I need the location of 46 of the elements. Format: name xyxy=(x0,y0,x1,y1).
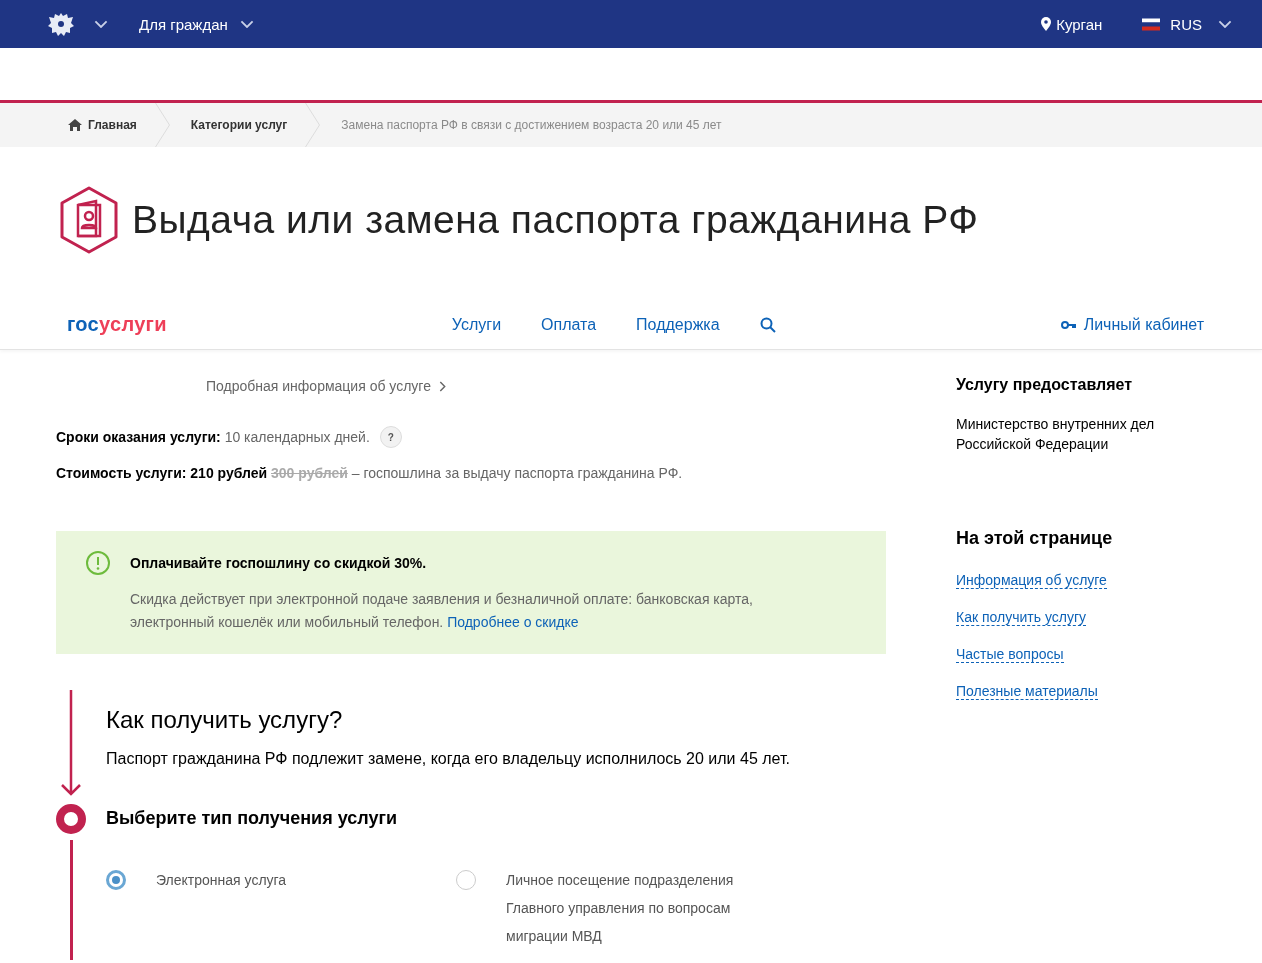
service-term: Сроки оказания услуги: 10 календарных дней. xyxy=(56,429,370,445)
chevron-down-icon xyxy=(1218,19,1232,29)
language-selector[interactable]: RUS xyxy=(1170,15,1202,33)
on-page-title: На этой странице xyxy=(956,528,1114,549)
chevron-down-icon xyxy=(94,19,108,29)
nav-link[interactable]: Поддержка xyxy=(636,315,720,334)
section-menu[interactable]: Для граждан xyxy=(139,15,228,33)
account-link[interactable]: Личный кабинет xyxy=(1083,315,1204,334)
breadcrumb-separator xyxy=(154,103,170,147)
home-icon xyxy=(68,119,82,131)
section-title: Как получить услугу? xyxy=(106,706,344,734)
nav-link[interactable]: Услуги xyxy=(451,315,502,334)
logo[interactable]: госуслуги xyxy=(67,313,167,336)
anchor-link[interactable]: Информация об услуге xyxy=(956,572,1107,589)
service-cost: Стоимость услуги: 210 рублей 300 рублей – госпошлина за выдачу паспорта гражданина РФ. xyxy=(56,465,684,481)
radio-button[interactable] xyxy=(106,870,126,890)
anchor-link[interactable]: Частые вопросы xyxy=(956,646,1064,663)
breadcrumb-link[interactable]: Главная xyxy=(88,118,137,132)
breadcrumb-current: Замена паспорта РФ в связи с достижением возраста 20 или 45 лет xyxy=(341,118,722,132)
help-button[interactable]: ? xyxy=(379,426,402,448)
details-link[interactable]: Подробная информация об услуге xyxy=(206,378,446,394)
search-icon[interactable] xyxy=(759,316,776,333)
radio-button[interactable] xyxy=(456,870,476,890)
notice-title: Оплачивайте госпошлину со скидкой 30%. xyxy=(130,555,428,571)
step-title: Выберите тип получения услуги xyxy=(106,808,398,830)
anchor-link[interactable]: Как получить услугу xyxy=(956,609,1086,626)
provider-text: Министерство внутренних дел Российской Федерации xyxy=(956,415,1156,454)
option-label[interactable]: Личное посещение подразделения Главного управления по вопросам миграции МВД xyxy=(506,866,756,950)
location-pin-icon xyxy=(1041,17,1052,31)
city-selector[interactable]: Курган xyxy=(1056,15,1103,33)
section-text: Паспорт гражданина РФ подлежит замене, когда его владельцу исполнилось 20 или 45 лет. xyxy=(106,750,791,768)
option-label[interactable]: Электронная услуга xyxy=(156,866,406,894)
nav-link[interactable]: Оплата xyxy=(541,315,597,334)
provider-title: Услугу предоставляет xyxy=(956,376,1134,394)
step-marker-icon xyxy=(56,804,86,834)
breadcrumb-link[interactable]: Категории услуг xyxy=(190,118,288,132)
notice-text: Скидка действует при электронной подаче заявления и безналичной оплате: банковская карта, электронный кошелёк или мобильный телефон. Подробнее о скидке xyxy=(130,590,754,632)
breadcrumb-separator xyxy=(305,103,321,147)
anchor-link[interactable]: Полезные материалы xyxy=(956,683,1098,700)
exclamation-icon xyxy=(86,551,110,575)
discount-link[interactable]: Подробнее о скидке xyxy=(447,614,579,630)
flag-icon xyxy=(1142,17,1161,31)
page-title: Выдача или замена паспорта гражданина РФ xyxy=(132,197,979,242)
chevron-right-icon xyxy=(438,380,446,392)
key-icon xyxy=(1060,320,1076,329)
chevron-down-icon xyxy=(239,19,254,29)
